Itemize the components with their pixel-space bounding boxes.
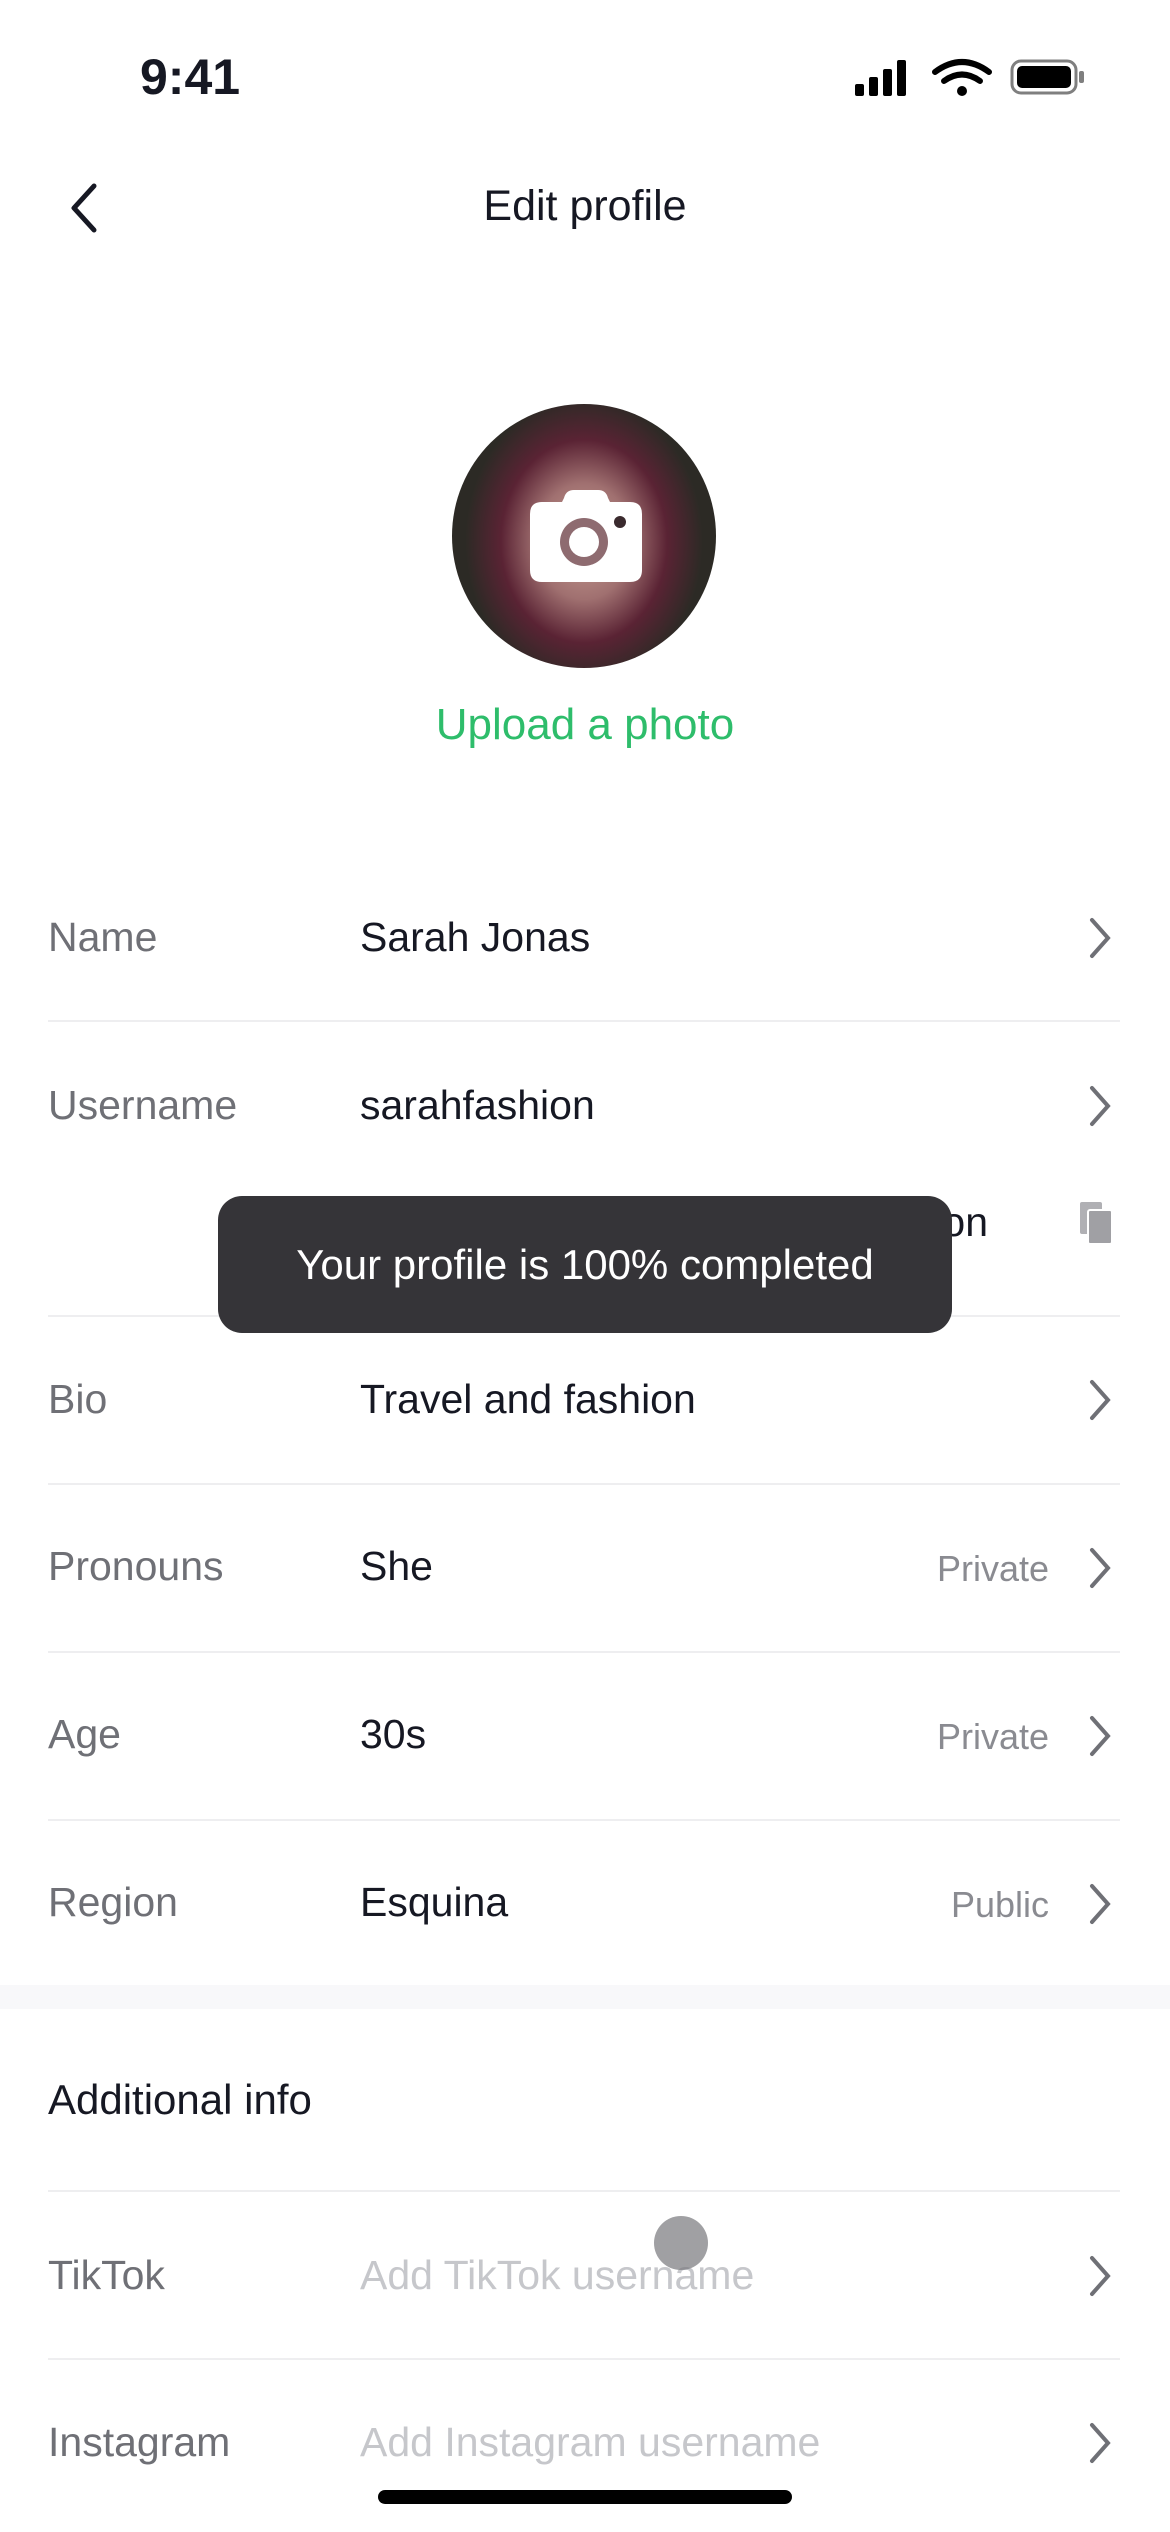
field-value-region[interactable]: Esquina <box>360 1879 508 1926</box>
chevron-right-icon[interactable] <box>1086 1882 1114 1926</box>
toast-message: Your profile is 100% completed <box>218 1196 952 1333</box>
page-title: Edit profile <box>483 182 687 230</box>
chevron-right-icon[interactable] <box>1086 1714 1114 1758</box>
visibility-badge: Private <box>936 1716 1049 1757</box>
instagram-username-input[interactable]: Add Instagram username <box>360 2419 820 2466</box>
chevron-right-icon[interactable] <box>1086 916 1114 960</box>
field-value-bio[interactable]: Travel and fashion <box>360 1376 696 1423</box>
field-value-pronouns[interactable]: She <box>360 1543 433 1590</box>
field-value-username[interactable]: sarahfashion <box>360 1082 595 1129</box>
field-label-name: Name <box>48 914 158 960</box>
divider <box>48 1651 1120 1653</box>
chevron-right-icon[interactable] <box>1086 2254 1114 2298</box>
chevron-right-icon[interactable] <box>1086 1378 1114 1422</box>
field-value-name[interactable]: Sarah Jonas <box>360 914 590 961</box>
field-label-region: Region <box>48 1879 178 1925</box>
divider <box>48 1483 1120 1485</box>
field-label-instagram: Instagram <box>48 2419 231 2465</box>
camera-icon[interactable] <box>530 490 642 582</box>
chevron-right-icon[interactable] <box>1086 2421 1114 2465</box>
divider <box>48 2358 1120 2360</box>
wifi-icon <box>932 59 992 84</box>
divider <box>48 1020 1120 1022</box>
field-label-age: Age <box>48 1711 121 1757</box>
status-icons <box>855 59 1084 96</box>
signal-icon <box>855 60 906 96</box>
status-time: 9:41 <box>140 49 241 105</box>
section-separator <box>0 1985 1170 2009</box>
toast-text: Your profile is 100% completed <box>296 1240 874 1288</box>
field-label-tiktok: TikTok <box>48 2252 165 2298</box>
upload-photo-link[interactable]: Upload a photo <box>0 700 1170 750</box>
field-label-bio: Bio <box>48 1376 108 1422</box>
field-label-username: Username <box>48 1082 238 1128</box>
divider <box>48 2190 1120 2192</box>
battery-icon <box>1010 59 1084 95</box>
copy-icon[interactable] <box>1080 1202 1116 1244</box>
chevron-right-icon[interactable] <box>1086 1084 1114 1128</box>
section-title: Additional info <box>48 2076 312 2123</box>
field-value-age[interactable]: 30s <box>360 1711 426 1758</box>
divider <box>48 1819 1120 1821</box>
field-label-pronouns: Pronouns <box>48 1543 224 1589</box>
home-indicator[interactable] <box>378 2490 792 2504</box>
visibility-badge: Public <box>950 1884 1049 1925</box>
touch-indicator <box>654 2216 708 2270</box>
chevron-right-icon[interactable] <box>1086 1546 1114 1590</box>
visibility-badge: Private <box>936 1548 1049 1589</box>
